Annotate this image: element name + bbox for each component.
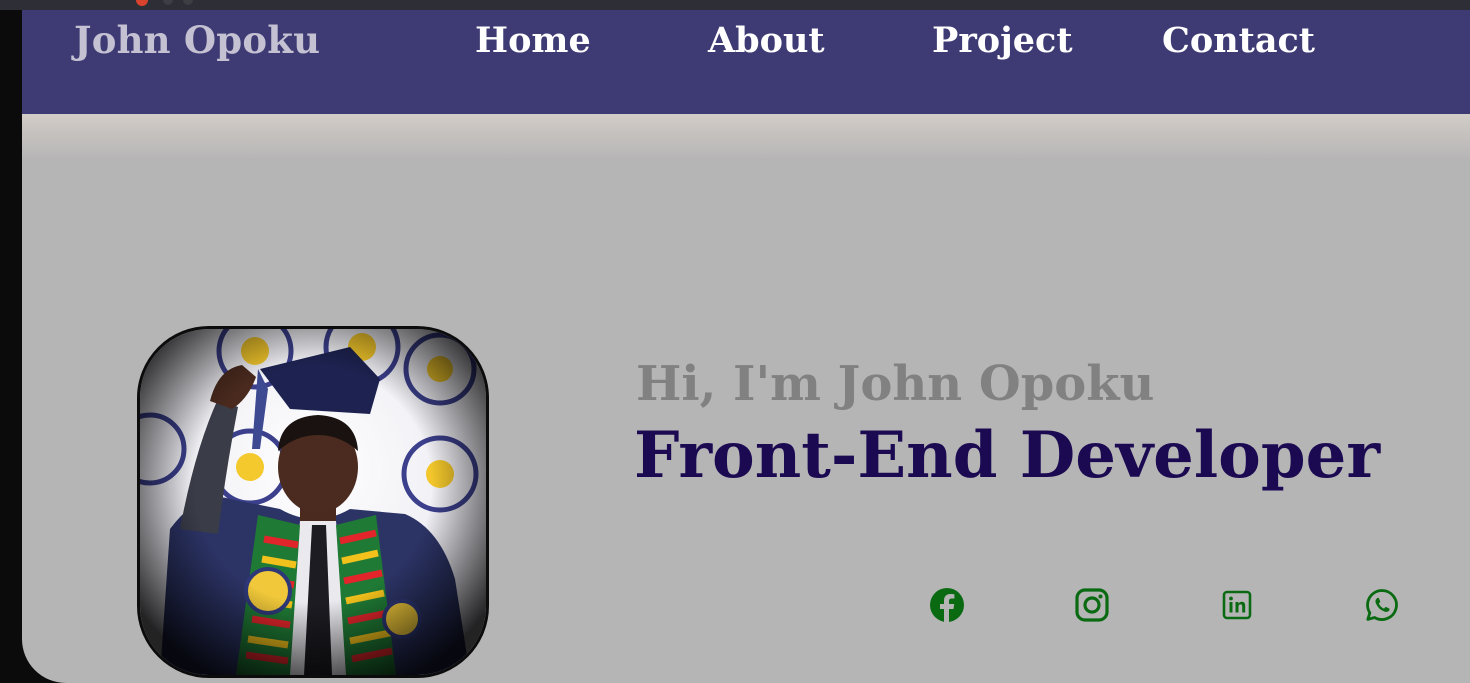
instagram-icon <box>1075 588 1109 622</box>
page-frame: John Opoku Home About Project Contact Hi… <box>22 10 1470 683</box>
instagram-link[interactable] <box>1074 587 1110 623</box>
nav-link-home[interactable]: Home <box>475 20 591 61</box>
nav-link-project[interactable]: Project <box>932 20 1073 61</box>
hero-role-title: Front-End Developer <box>634 418 1381 493</box>
browser-top-strip <box>0 0 1470 10</box>
nav-link-contact[interactable]: Contact <box>1162 20 1315 61</box>
status-indicator-icon <box>136 0 193 6</box>
graduate-portrait-image <box>140 329 486 675</box>
facebook-link[interactable] <box>929 587 965 623</box>
whatsapp-link[interactable] <box>1364 587 1400 623</box>
navbar-shadow <box>22 114 1470 160</box>
linkedin-icon <box>1222 590 1252 620</box>
brand-name[interactable]: John Opoku <box>74 18 320 62</box>
whatsapp-icon <box>1366 589 1398 621</box>
nav-link-about[interactable]: About <box>708 20 825 61</box>
profile-photo <box>137 326 489 678</box>
facebook-icon <box>930 588 964 623</box>
top-navbar: John Opoku Home About Project Contact <box>22 10 1470 114</box>
linkedin-link[interactable] <box>1219 587 1255 623</box>
hero-greeting: Hi, I'm John Opoku <box>636 356 1155 412</box>
